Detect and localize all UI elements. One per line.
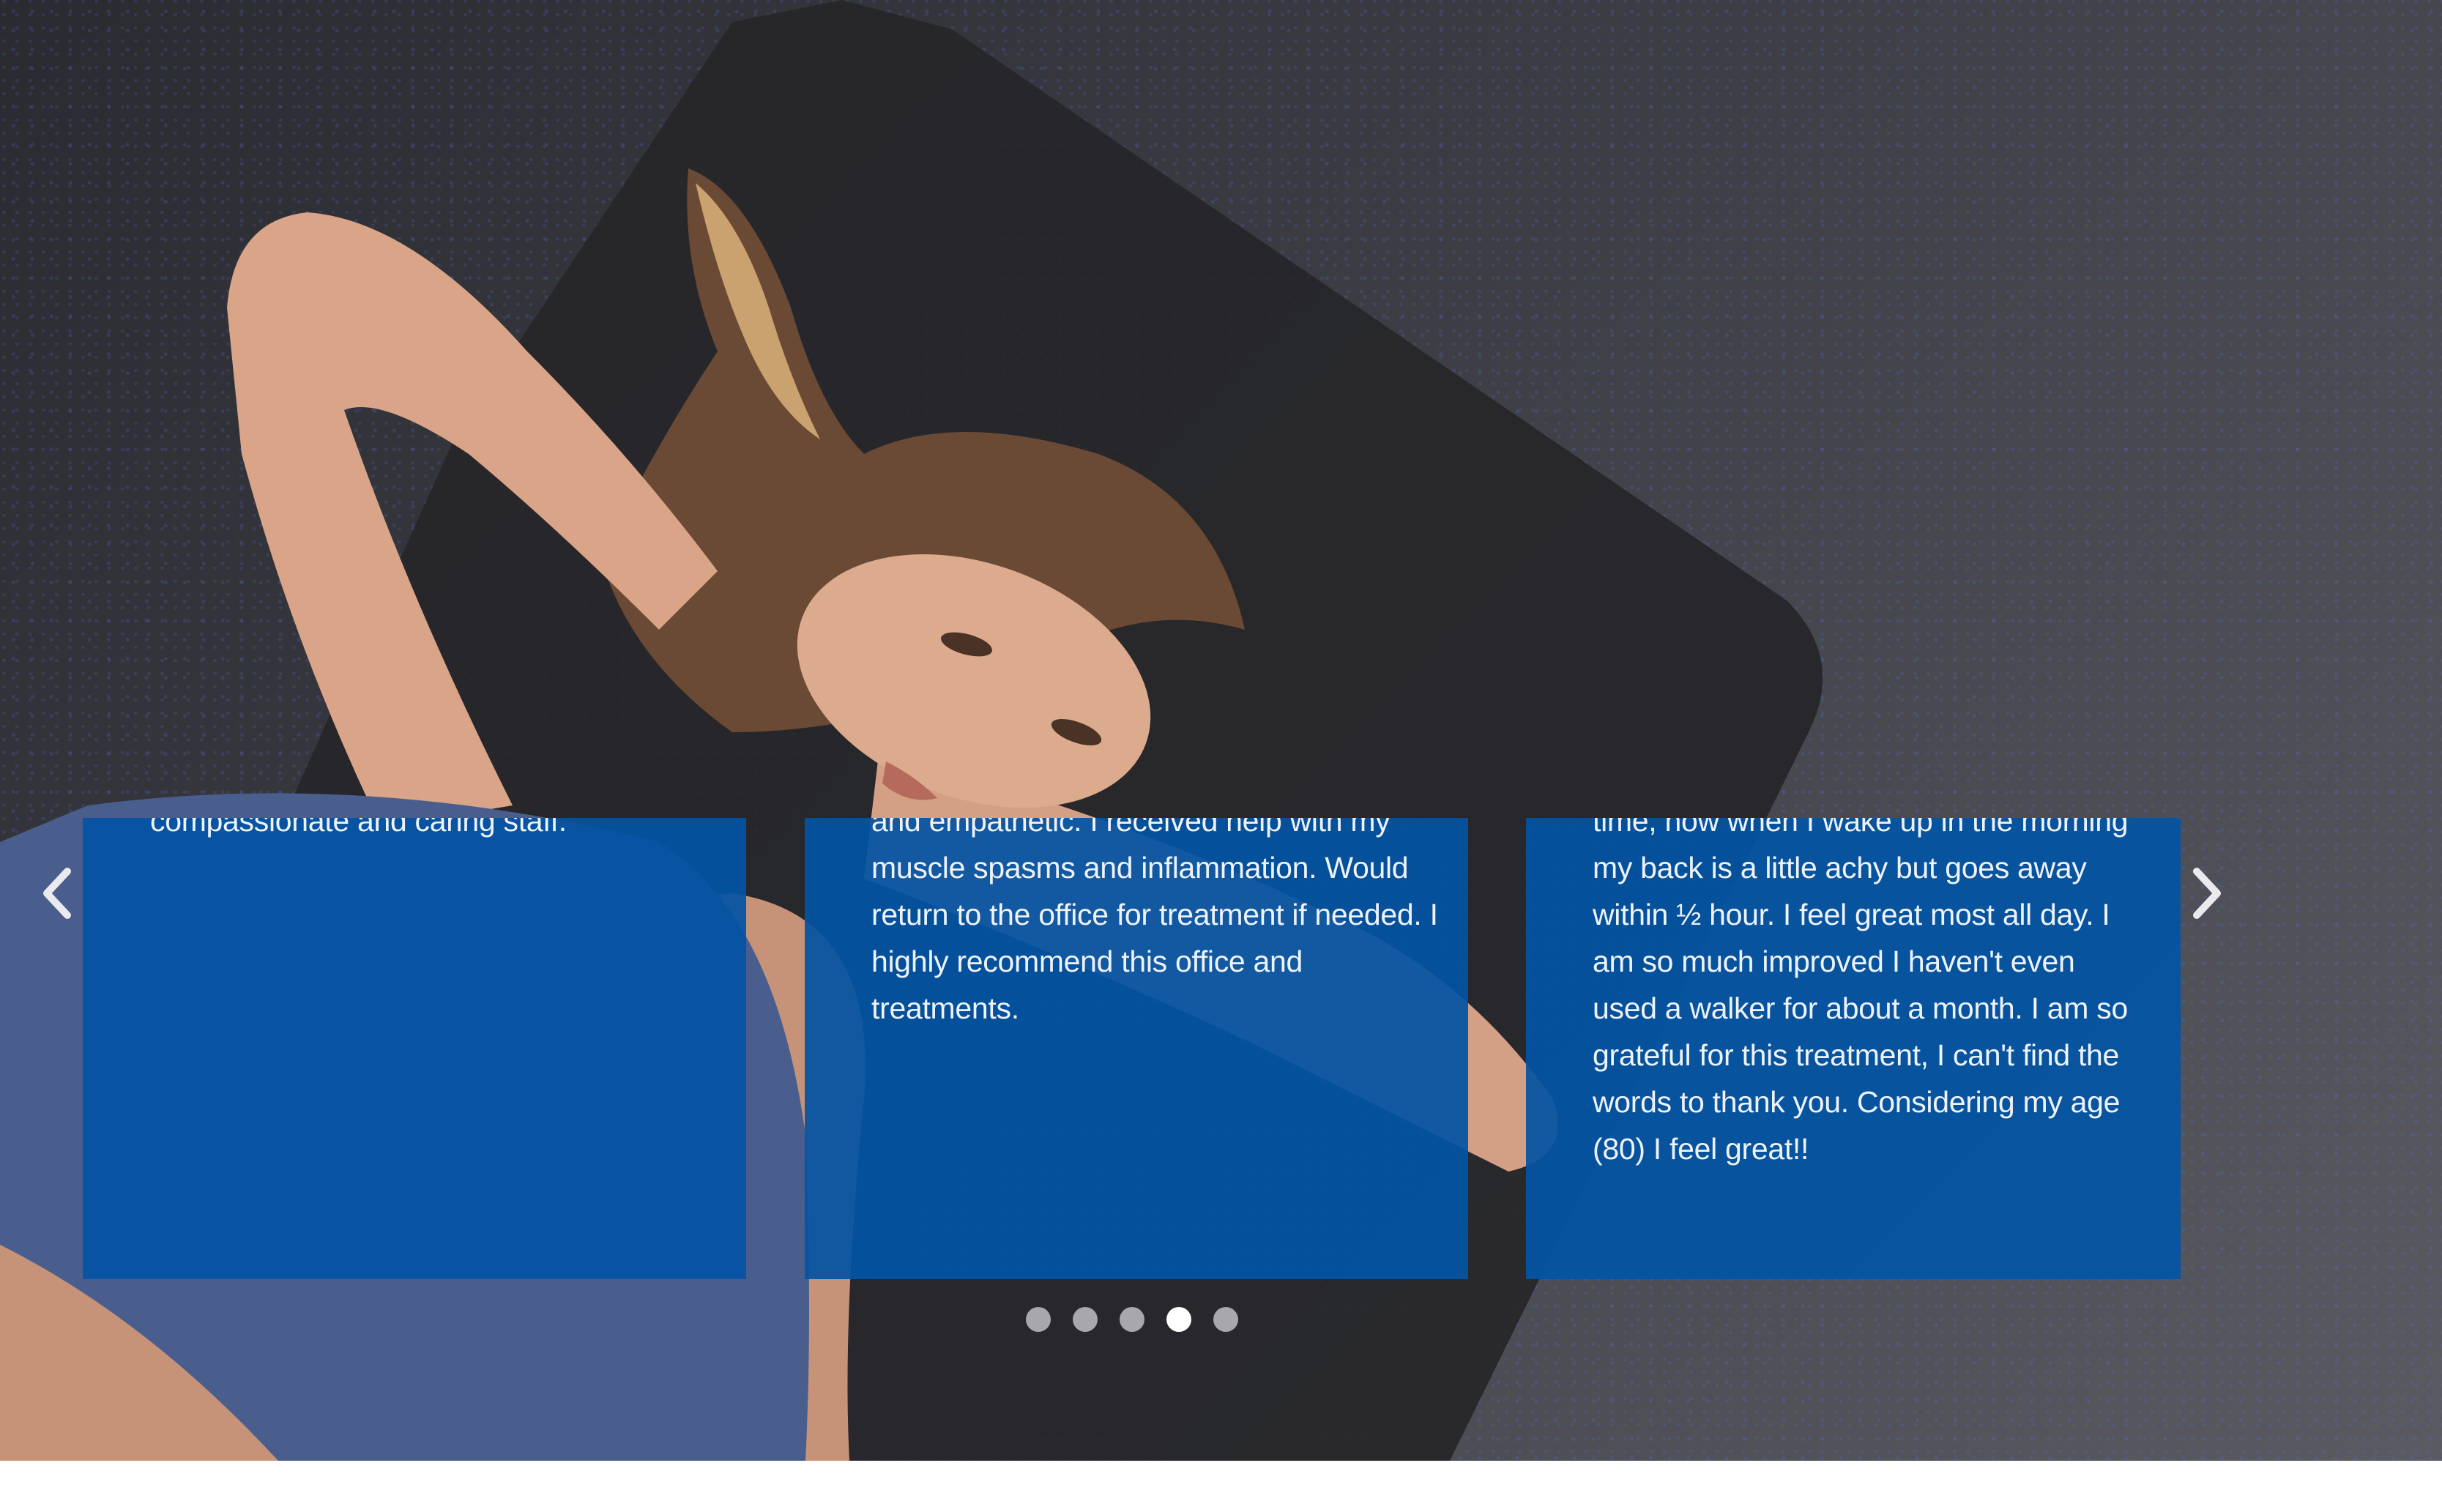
testimonial-text: compassionate and caring staff. — [150, 818, 567, 838]
testimonial-card: and empathetic. I received help with my … — [805, 818, 1468, 1279]
carousel-next-button[interactable] — [2178, 864, 2236, 923]
testimonial-card: time, now when I wake up in the morning … — [1526, 818, 2181, 1279]
chevron-right-icon — [2193, 868, 2221, 919]
pagination-dot[interactable] — [1213, 1307, 1238, 1332]
pagination-dot[interactable] — [1026, 1307, 1051, 1332]
testimonial-carousel: compassionate and caring staff. and empa… — [83, 818, 2181, 1279]
testimonial-card: compassionate and caring staff. — [83, 818, 746, 1279]
pagination-dot[interactable] — [1073, 1307, 1098, 1332]
carousel-prev-button[interactable] — [28, 864, 86, 923]
pagination-dot[interactable] — [1166, 1307, 1191, 1332]
testimonial-text: and empathetic. I received help with my … — [871, 818, 1438, 1025]
carousel-pagination — [1026, 1307, 1238, 1332]
chevron-left-icon — [43, 868, 71, 919]
testimonial-text: time, now when I wake up in the morning … — [1593, 818, 2129, 1166]
testimonial-hero-section: compassionate and caring staff. and empa… — [0, 0, 2442, 1461]
pagination-dot[interactable] — [1120, 1307, 1144, 1332]
